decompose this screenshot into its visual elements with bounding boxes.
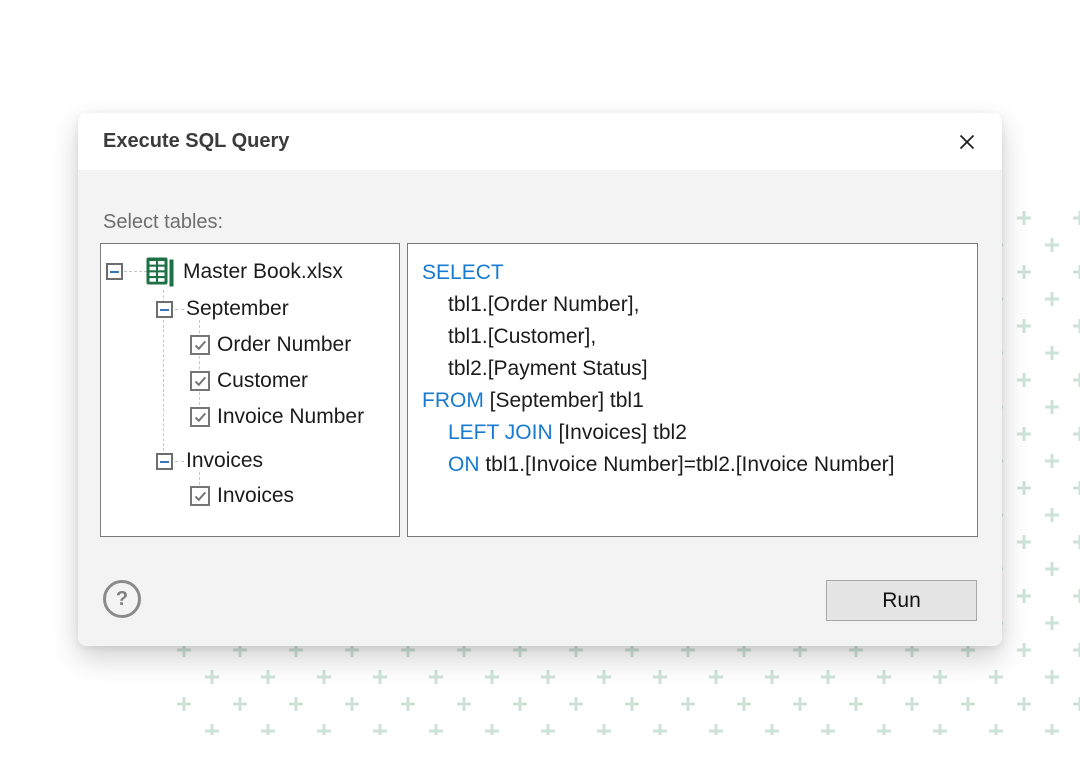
september-label: September xyxy=(186,297,289,320)
tree-item-customer[interactable]: Customer xyxy=(217,367,308,395)
tree-connector xyxy=(175,461,184,462)
close-icon xyxy=(957,132,977,152)
sql-keyword-on: ON xyxy=(448,453,480,476)
checkmark-icon xyxy=(194,340,207,351)
workbook-label: Master Book.xlsx xyxy=(183,260,343,283)
checkbox-invoice-number[interactable] xyxy=(190,407,210,427)
checkbox-order-number[interactable] xyxy=(190,335,210,355)
minus-icon xyxy=(160,461,169,463)
tree-item-invoice-number[interactable]: Invoice Number xyxy=(217,403,364,431)
checkbox-invoices[interactable] xyxy=(190,486,210,506)
tree-item-workbook[interactable]: Master Book.xlsx xyxy=(183,258,343,286)
tree-connector xyxy=(124,271,147,272)
sql-line: ON tbl1.[Invoice Number]=tbl2.[Invoice N… xyxy=(422,449,963,481)
sql-join-clause: [Invoices] tbl2 xyxy=(553,421,687,444)
sql-line: FROM [September] tbl1 xyxy=(422,385,963,417)
sql-on-clause: tbl1.[Invoice Number]=tbl2.[Invoice Numb… xyxy=(480,453,895,476)
sql-line: LEFT JOIN [Invoices] tbl2 xyxy=(422,417,963,449)
minus-icon xyxy=(110,271,119,273)
dialog-title: Execute SQL Query xyxy=(103,113,289,170)
run-button[interactable]: Run xyxy=(826,580,977,621)
close-button[interactable] xyxy=(954,129,980,155)
field-label: Invoice Number xyxy=(217,405,364,428)
sql-line: tbl2.[Payment Status] xyxy=(422,353,963,385)
tree-item-invoices[interactable]: Invoices xyxy=(217,482,294,510)
sql-panel: SELECT tbl1.[Order Number], tbl1.[Custom… xyxy=(407,243,978,537)
september-collapse-toggle[interactable] xyxy=(156,301,173,318)
sql-keyword-left-join: LEFT JOIN xyxy=(448,421,553,444)
sql-query-preview: SELECT tbl1.[Order Number], tbl1.[Custom… xyxy=(408,244,977,494)
field-label: Invoices xyxy=(217,484,294,507)
select-tables-label: Select tables: xyxy=(103,211,223,234)
question-mark-icon: ? xyxy=(116,588,128,610)
checkmark-icon xyxy=(194,376,207,387)
checkmark-icon xyxy=(194,412,207,423)
field-label: Order Number xyxy=(217,333,351,356)
checkmark-icon xyxy=(194,491,207,502)
screen: Execute SQL Query Select tables: xyxy=(0,0,1080,760)
tables-tree-panel: Master Book.xlsx September Order Number xyxy=(100,243,400,537)
tree-item-invoices-group[interactable]: Invoices xyxy=(186,447,263,475)
tree-item-september[interactable]: September xyxy=(186,295,289,323)
sql-line: SELECT xyxy=(422,257,963,289)
root-collapse-toggle[interactable] xyxy=(106,263,123,280)
sql-from-clause: [September] tbl1 xyxy=(484,389,644,412)
dialog-titlebar: Execute SQL Query xyxy=(78,113,1002,170)
invoices-collapse-toggle[interactable] xyxy=(156,453,173,470)
tree-item-order-number[interactable]: Order Number xyxy=(217,331,351,359)
sql-keyword-from: FROM xyxy=(422,389,484,412)
tree-connector xyxy=(175,309,184,310)
excel-workbook-icon xyxy=(146,257,174,292)
sql-line: tbl1.[Order Number], xyxy=(422,289,963,321)
execute-sql-query-dialog: Execute SQL Query Select tables: xyxy=(78,113,1002,646)
sql-keyword-select: SELECT xyxy=(422,261,504,284)
tree-connector xyxy=(199,320,200,405)
help-button[interactable]: ? xyxy=(103,580,141,618)
minus-icon xyxy=(160,309,169,311)
invoices-group-label: Invoices xyxy=(186,449,263,472)
sql-line: tbl1.[Customer], xyxy=(422,321,963,353)
checkbox-customer[interactable] xyxy=(190,371,210,391)
field-label: Customer xyxy=(217,369,308,392)
